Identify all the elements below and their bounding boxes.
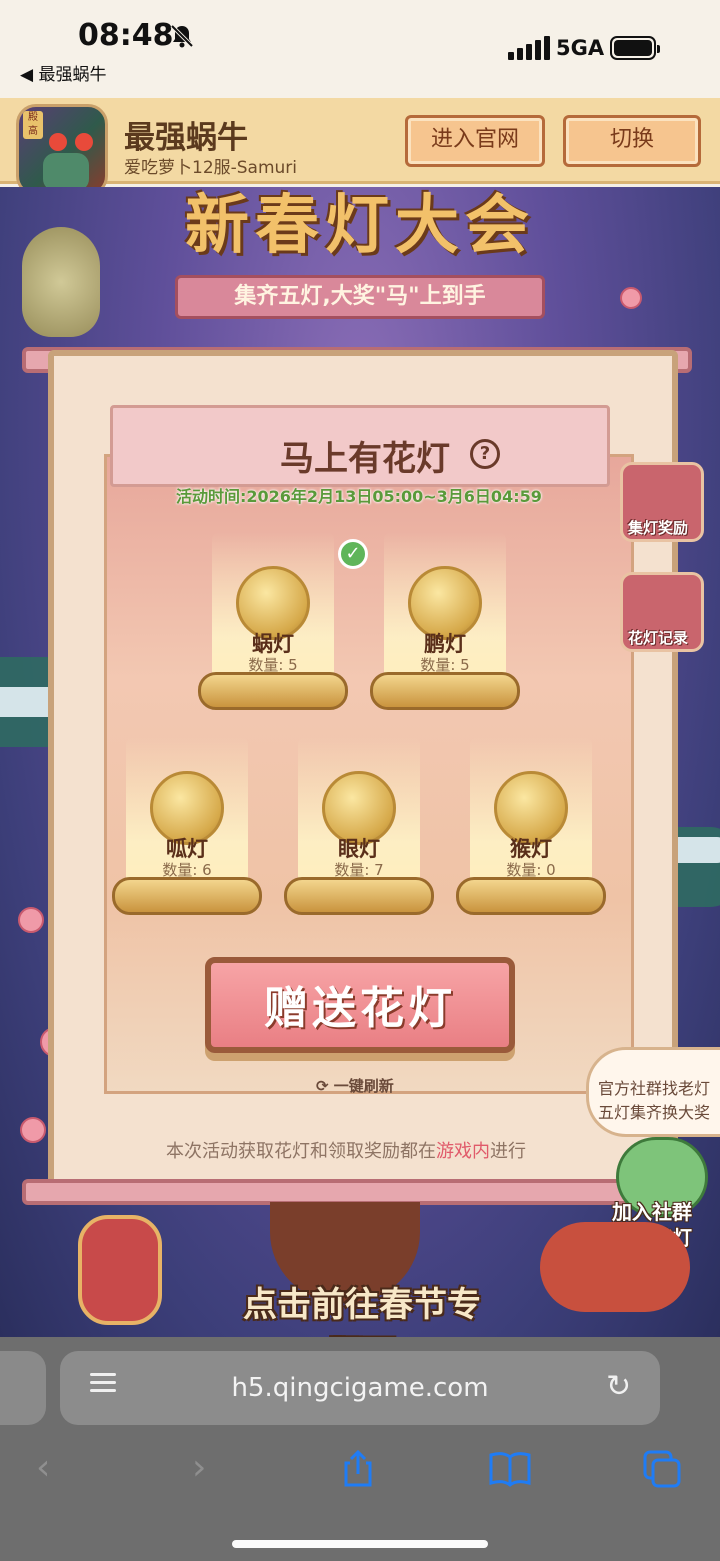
- event-subtitle: 集齐五灯,大奖"马"上到手: [175, 275, 545, 319]
- game-app-icon: 殿高: [16, 104, 108, 196]
- lantern-qty: 数量: 5: [420, 656, 470, 674]
- spring-festival-page-link[interactable]: 点击前往春节专题页: [232, 1277, 492, 1337]
- collect-reward-label: 集灯奖励: [628, 519, 689, 537]
- checkmark-icon: ✓: [338, 539, 368, 569]
- home-indicator: [232, 1540, 488, 1548]
- server-name: 爱吃萝卜12服-Samuri: [124, 158, 298, 178]
- lantern-qty: 数量: 0: [506, 861, 556, 879]
- browser-toolbar: h5.qingcigame.com ↻ ‹ ›: [0, 1337, 720, 1561]
- lantern-eye[interactable]: 眼灯 数量: 7: [284, 737, 434, 917]
- lantern-record-label: 花灯记录: [628, 629, 689, 647]
- refresh-button[interactable]: ⟳ 一键刷新: [316, 1075, 394, 1096]
- notice-text-end: 进行: [490, 1141, 526, 1162]
- lantern-bird[interactable]: 鹏灯 数量: 5: [370, 532, 520, 712]
- plum-blossom-icon: [20, 1117, 46, 1143]
- silent-bell-icon: [170, 24, 194, 48]
- previous-tab[interactable]: [0, 1351, 46, 1425]
- plum-blossom-icon: [620, 287, 642, 309]
- forward-icon[interactable]: ›: [192, 1447, 206, 1488]
- cellular-signal-icon: [508, 36, 550, 60]
- url-text: h5.qingcigame.com: [231, 1373, 489, 1403]
- fish-lantern-decoration-icon: [540, 1222, 690, 1312]
- notice-emphasis: 游戏内: [436, 1141, 490, 1162]
- share-icon[interactable]: [340, 1449, 376, 1489]
- red-lantern-decoration-icon: [78, 1215, 162, 1325]
- battery-icon: [610, 36, 660, 60]
- lantern-qty: 数量: 5: [248, 656, 298, 674]
- community-bubble-text: 官方社群找老灯 五灯集齐换大奖: [598, 1077, 720, 1125]
- event-period: 活动时间:2026年2月13日05:00~3月6日04:59: [176, 487, 542, 506]
- event-scene: 新春灯大会 集齐五灯,大奖"马"上到手 马上有花灯 ? 活动时间:2026年2月…: [0, 187, 720, 1337]
- panel-title: 马上有花灯: [280, 439, 450, 479]
- refresh-label: 一键刷新: [333, 1077, 394, 1095]
- lantern-frog[interactable]: 呱灯 数量: 6: [112, 737, 262, 917]
- lantern-qty: 数量: 7: [334, 861, 384, 879]
- bubble-line-2: 五灯集齐换大奖: [598, 1103, 711, 1122]
- lantern-snail[interactable]: 蜗灯 数量: 5: [198, 532, 348, 712]
- game-header: 殿高 最强蜗牛 爱吃萝卜12服-Samuri 进入官网 切换: [0, 98, 720, 196]
- reload-icon[interactable]: ↻: [606, 1369, 631, 1404]
- game-name: 最强蜗牛: [124, 120, 248, 156]
- clock: 08:48: [78, 18, 174, 53]
- bubble-line-1: 官方社群找老灯: [598, 1079, 711, 1098]
- event-title: 新春灯大会: [185, 189, 535, 263]
- help-icon[interactable]: ?: [470, 439, 500, 469]
- lantern-decoration-icon: [22, 227, 100, 337]
- gift-lantern-label: 赠送花灯: [264, 983, 456, 1034]
- plum-blossom-icon: [18, 907, 44, 933]
- bookmarks-icon[interactable]: [488, 1451, 532, 1487]
- network-type: 5GA: [556, 36, 605, 60]
- tabs-icon[interactable]: [642, 1449, 682, 1489]
- status-bar: 08:48 ◀ 最强蜗牛 5GA: [0, 0, 720, 98]
- back-icon[interactable]: ‹: [36, 1447, 50, 1488]
- notice-text: 本次活动获取花灯和领取奖励都在: [166, 1141, 436, 1162]
- lantern-monkey[interactable]: 猴灯 数量: 0: [456, 737, 606, 917]
- back-to-app-link[interactable]: ◀ 最强蜗牛: [20, 60, 106, 85]
- enter-official-site-button[interactable]: 进入官网: [405, 115, 545, 167]
- lantern-qty: 数量: 6: [162, 861, 212, 879]
- switch-button[interactable]: 切换: [563, 115, 701, 167]
- activity-notice: 本次活动获取花灯和领取奖励都在游戏内进行: [166, 1137, 526, 1163]
